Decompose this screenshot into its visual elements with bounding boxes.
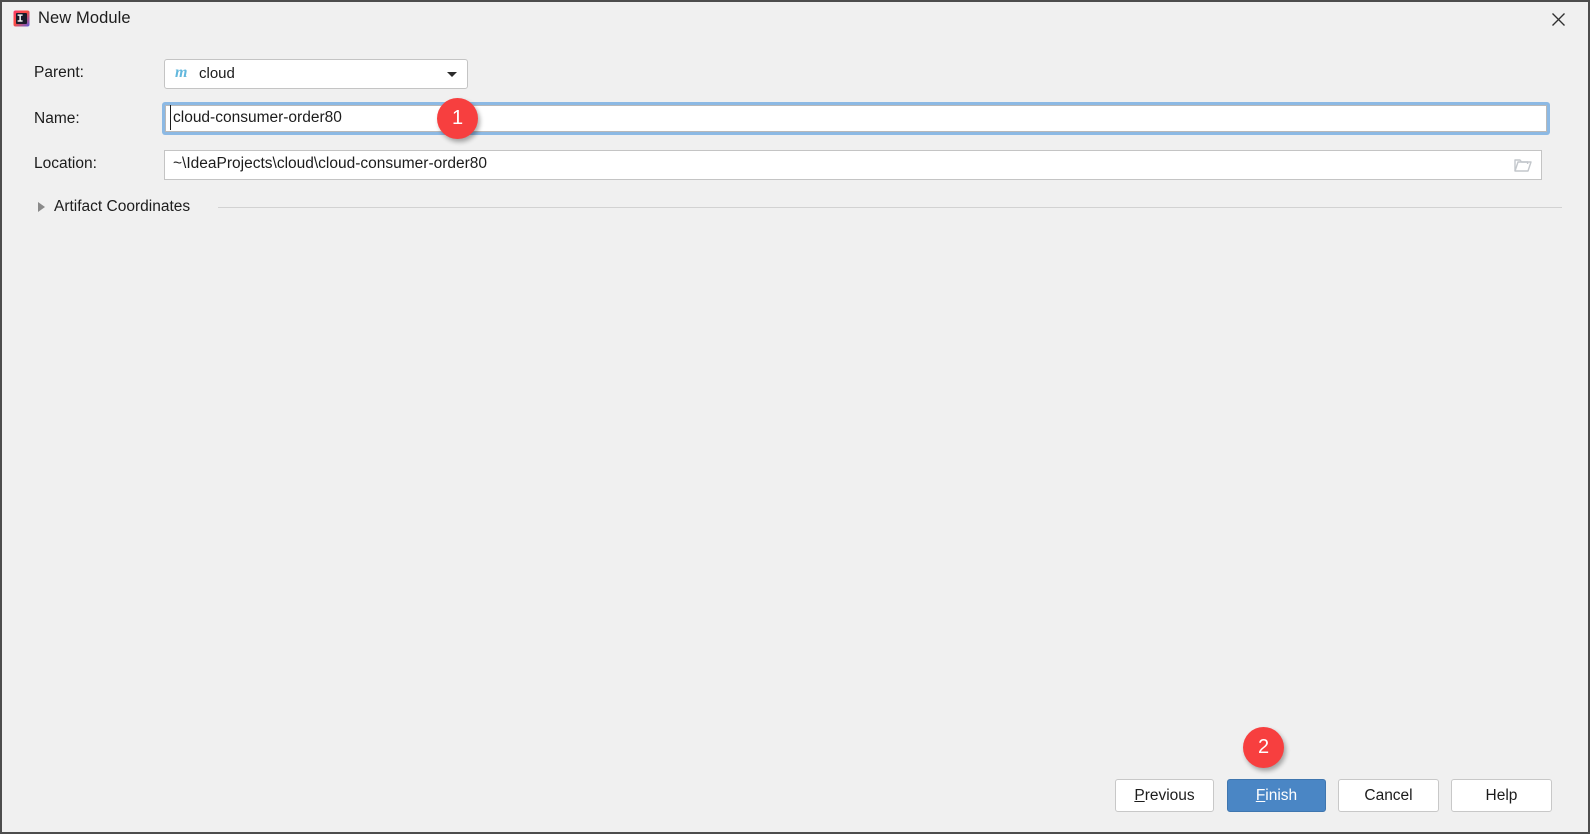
annotation-badge-2: 2 — [1243, 727, 1284, 768]
parent-dropdown[interactable]: m cloud — [164, 59, 468, 89]
location-input-value: ~\IdeaProjects\cloud\cloud-consumer-orde… — [173, 155, 488, 172]
previous-button-mnemonic: P — [1134, 786, 1145, 804]
name-input-focus-ring: cloud-consumer-order80 — [162, 102, 1550, 135]
location-input[interactable]: ~\IdeaProjects\cloud\cloud-consumer-orde… — [164, 150, 1542, 180]
intellij-idea-icon — [13, 10, 30, 27]
close-icon[interactable] — [1536, 2, 1580, 36]
cancel-button[interactable]: Cancel — [1338, 779, 1439, 812]
previous-button[interactable]: Previous — [1115, 779, 1214, 812]
dialog-title: New Module — [38, 9, 131, 27]
maven-module-icon: m — [175, 64, 188, 81]
finish-button[interactable]: Finish — [1227, 779, 1326, 812]
location-label: Location: — [34, 155, 97, 172]
triangle-right-icon — [38, 202, 45, 212]
text-caret — [170, 105, 171, 130]
name-label: Name: — [34, 110, 80, 127]
name-input[interactable]: cloud-consumer-order80 — [165, 105, 1547, 132]
annotation-badge-1: 1 — [437, 98, 478, 139]
title-bar: New Module — [2, 2, 1588, 38]
help-button[interactable]: Help — [1451, 779, 1552, 812]
new-module-dialog: New Module Parent: m cloud Name: cloud-c… — [0, 0, 1590, 834]
name-input-value: cloud-consumer-order80 — [173, 109, 342, 126]
previous-button-label: revious — [1144, 786, 1195, 804]
finish-button-mnemonic: F — [1255, 786, 1266, 804]
folder-icon[interactable] — [1514, 158, 1532, 173]
artifact-coordinates-toggle[interactable]: Artifact Coordinates — [38, 197, 190, 217]
parent-label: Parent: — [34, 64, 84, 81]
finish-button-label: inish — [1265, 786, 1298, 804]
section-divider — [218, 207, 1562, 208]
artifact-coordinates-label: Artifact Coordinates — [54, 198, 191, 215]
chevron-down-icon — [447, 72, 457, 77]
parent-selected-value: cloud — [199, 65, 235, 82]
